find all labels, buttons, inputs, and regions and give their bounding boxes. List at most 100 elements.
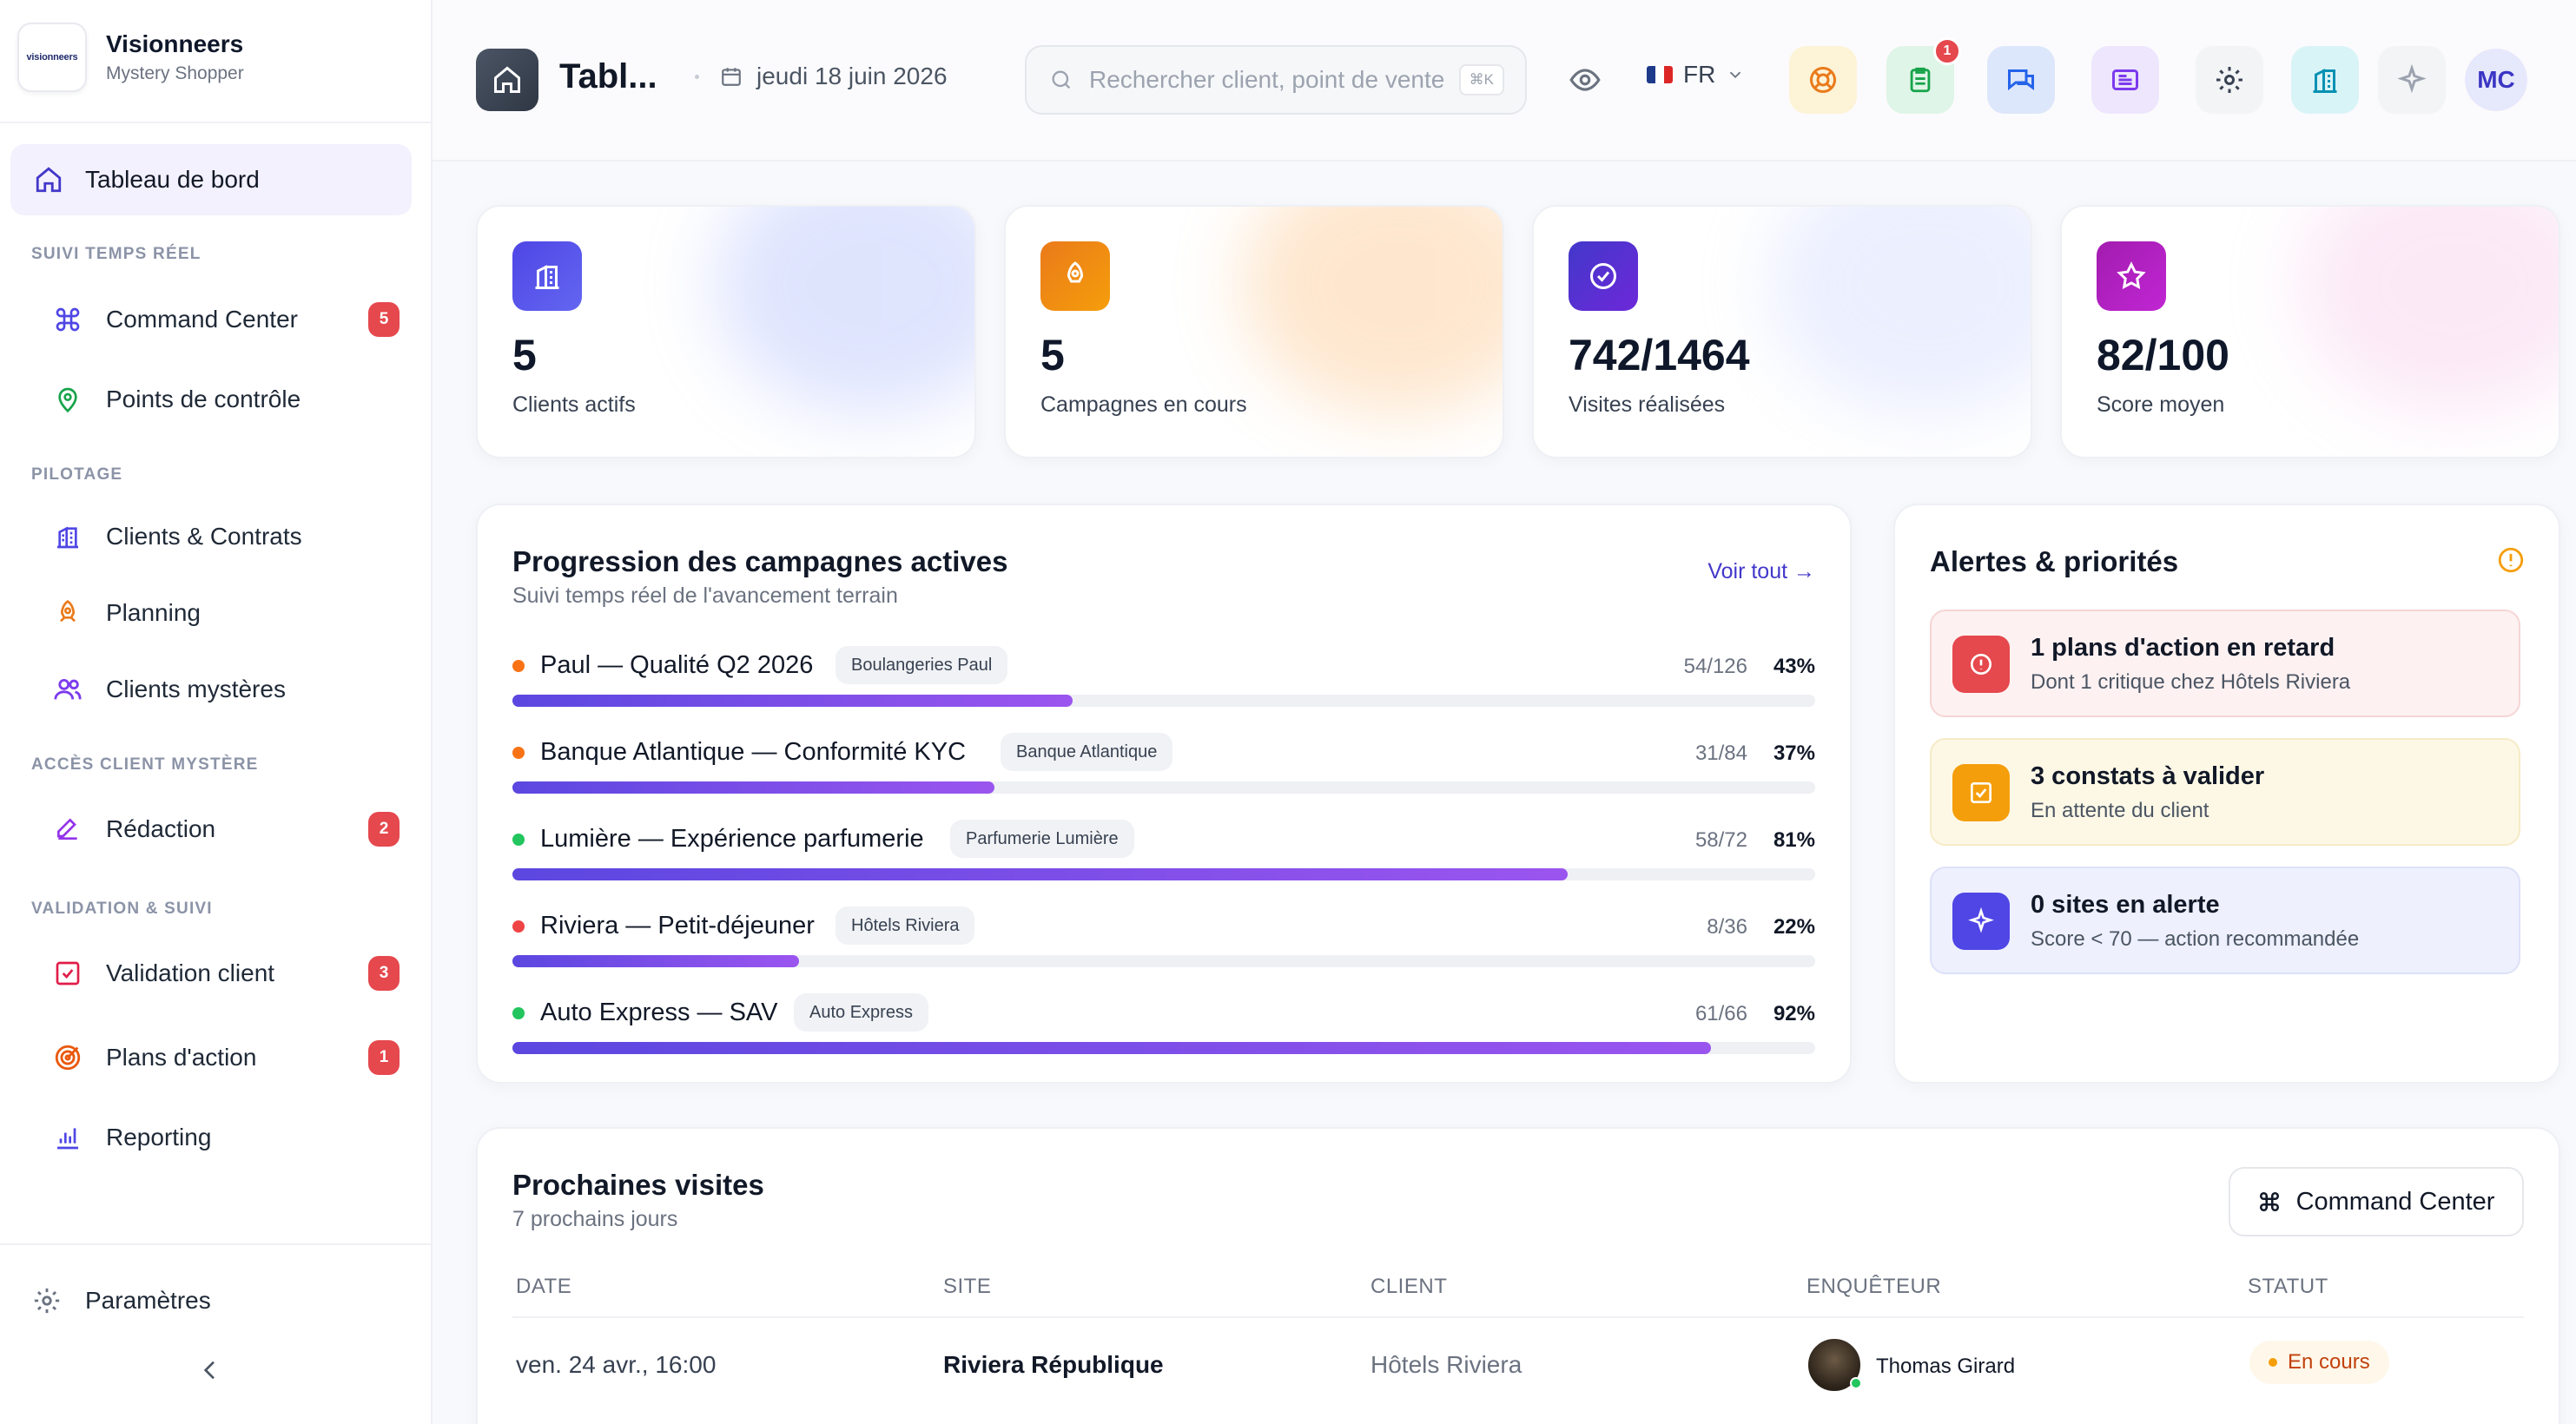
chevron-left-icon[interactable] — [196, 1356, 224, 1384]
search-box[interactable]: Rechercher client, point de vente... ⌘K — [1025, 45, 1527, 115]
card-title: Alertes & priorités — [1930, 545, 2179, 577]
notification-badge: 1 — [1933, 37, 1961, 65]
campaign-name: Lumière — Expérience parfumerie — [540, 825, 924, 853]
ai-button[interactable] — [2378, 46, 2446, 114]
support-button[interactable] — [1789, 46, 1857, 114]
info-icon[interactable] — [2496, 545, 2526, 575]
sidebar-item-points-de-controle[interactable]: Points de contrôle — [31, 373, 400, 425]
client-tag: Auto Express — [794, 993, 928, 1032]
view-all-link[interactable]: Voir tout → — [1707, 559, 1815, 584]
redaction-badge: 2 — [368, 812, 400, 847]
column-header: STATUT — [2248, 1275, 2328, 1298]
sidebar-item-clients-contrats[interactable]: Clients & Contrats — [31, 511, 400, 563]
alert-title: 0 sites en alerte — [2031, 891, 2220, 919]
alert-subtitle: Score < 70 — action recommandée — [2031, 927, 2360, 951]
alerts-card: Alertes & priorités 1 plans d'action en … — [1893, 504, 2560, 1084]
rocket-icon — [1040, 241, 1110, 311]
alert-sites[interactable]: 0 sites en alerte Score < 70 — action re… — [1930, 867, 2520, 974]
home-button[interactable] — [476, 49, 538, 111]
campaign-percent: 43% — [1773, 655, 1815, 678]
campaign-count: 58/72 — [1694, 828, 1747, 852]
clipboard-icon — [1906, 65, 1935, 95]
kpi-label: Score moyen — [2097, 392, 2225, 417]
brand-subtitle: Mystery Shopper — [106, 63, 244, 83]
sparkle-icon — [2396, 64, 2427, 96]
sidebar-item-label: Reporting — [106, 1124, 212, 1150]
settings-button[interactable] — [2196, 46, 2263, 114]
alert-late-plans[interactable]: 1 plans d'action en retard Dont 1 critiq… — [1930, 610, 2520, 717]
date-text: jeudi 18 juin 2026 — [756, 63, 948, 89]
campaign-name: Auto Express — SAV — [540, 999, 778, 1026]
company-button[interactable] — [2291, 46, 2359, 114]
eye-icon — [1569, 63, 1602, 96]
progress-fill — [512, 781, 994, 794]
campaign-row[interactable]: Auto Express — SAV Auto Express 61/66 92% — [512, 990, 1815, 1059]
campaign-count: 54/126 — [1683, 655, 1747, 678]
kpi-label: Clients actifs — [512, 392, 636, 417]
language-selector[interactable]: FR — [1647, 61, 1745, 89]
progress-track — [512, 781, 1815, 794]
campaign-row[interactable]: Banque Atlantique — Conformité KYC Banque… — [512, 729, 1815, 799]
sidebar-item-parametres[interactable]: Paramètres — [10, 1275, 379, 1327]
alert-findings[interactable]: 3 constats à valider En attente du clien… — [1930, 738, 2520, 846]
brand-name: Visionneers — [106, 30, 244, 57]
sidebar-item-label: Clients & Contrats — [106, 523, 302, 550]
sidebar-item-label: Rédaction — [106, 815, 216, 842]
rocket-icon — [52, 597, 83, 629]
target-icon — [52, 1042, 83, 1073]
sidebar-item-label: Paramètres — [85, 1287, 211, 1314]
sidebar-item-tableau-de-bord[interactable]: Tableau de bord — [10, 144, 412, 215]
button-label: Command Center — [2295, 1187, 2495, 1216]
sidebar-item-clients-mysteres[interactable]: Clients mystères — [31, 663, 400, 715]
progress-track — [512, 695, 1815, 707]
sidebar-item-validation-client[interactable]: Validation client 3 — [31, 947, 400, 999]
brand-logo: visionneers — [17, 23, 87, 92]
home-icon — [33, 164, 64, 195]
campaign-count: 31/84 — [1694, 742, 1747, 765]
campaign-percent: 81% — [1773, 828, 1815, 852]
section-title: ACCÈS CLIENT MYSTÈRE — [31, 755, 259, 774]
status-dot — [512, 834, 525, 846]
messages-button[interactable] — [1987, 46, 2055, 114]
brand[interactable]: visionneers Visionneers Mystery Shopper — [17, 23, 244, 92]
divider — [0, 122, 431, 123]
campaign-row[interactable]: Paul — Qualité Q2 2026 Boulangeries Paul 5… — [512, 643, 1815, 712]
kpi-label: Visites réalisées — [1569, 392, 1726, 417]
sidebar-item-command-center[interactable]: Command Center 5 — [31, 293, 400, 346]
sparkle-icon — [1952, 893, 2010, 950]
newspaper-button[interactable] — [2091, 46, 2159, 114]
gear-icon — [31, 1285, 63, 1316]
tasks-button[interactable]: 1 — [1886, 37, 1961, 114]
command-icon — [52, 304, 83, 335]
search-icon — [1049, 68, 1073, 92]
search-shortcut: ⌘K — [1458, 64, 1504, 96]
campaign-row[interactable]: Lumière — Expérience parfumerie Parfumeri… — [512, 816, 1815, 886]
campaign-name: Paul — Qualité Q2 2026 — [540, 651, 814, 679]
visit-site[interactable]: Riviera République — [943, 1351, 1164, 1379]
campaign-row[interactable]: Riviera — Petit-déjeuner Hôtels Riviera 8/… — [512, 903, 1815, 972]
checkbox-icon — [52, 958, 83, 989]
search-input[interactable]: Rechercher client, point de vente... — [1089, 66, 1445, 94]
avatar[interactable]: MC — [2465, 49, 2527, 111]
newspaper-icon — [2110, 64, 2141, 96]
card-subtitle: 7 prochains jours — [512, 1207, 678, 1231]
sidebar-item-planning[interactable]: Planning — [31, 587, 400, 639]
sidebar-item-label: Tableau de bord — [85, 166, 260, 193]
sidebar-item-plans-action[interactable]: Plans d'action 1 — [31, 1032, 400, 1084]
command-center-button[interactable]: Command Center — [2229, 1167, 2524, 1236]
progress-fill — [512, 695, 1073, 707]
card-title: Progression des campagnes actives — [512, 545, 1008, 577]
sidebar-item-reporting[interactable]: Reporting — [31, 1111, 400, 1164]
column-header: CLIENT — [1371, 1275, 1448, 1298]
kpi-card-visites: 742/1464 Visites réalisées — [1532, 205, 2032, 458]
divider — [0, 1243, 431, 1245]
preview-button[interactable] — [1551, 46, 1619, 114]
status-dot — [512, 920, 525, 933]
flag-fr-icon — [1647, 66, 1673, 83]
sidebar-item-redaction[interactable]: Rédaction 2 — [31, 803, 400, 855]
column-header: ENQUÊTEUR — [1807, 1275, 1942, 1298]
language-label: FR — [1683, 61, 1716, 88]
map-pin-icon — [52, 384, 83, 415]
sidebar: visionneers Visionneers Mystery Shopper … — [0, 0, 433, 1424]
calendar-icon — [720, 65, 743, 88]
